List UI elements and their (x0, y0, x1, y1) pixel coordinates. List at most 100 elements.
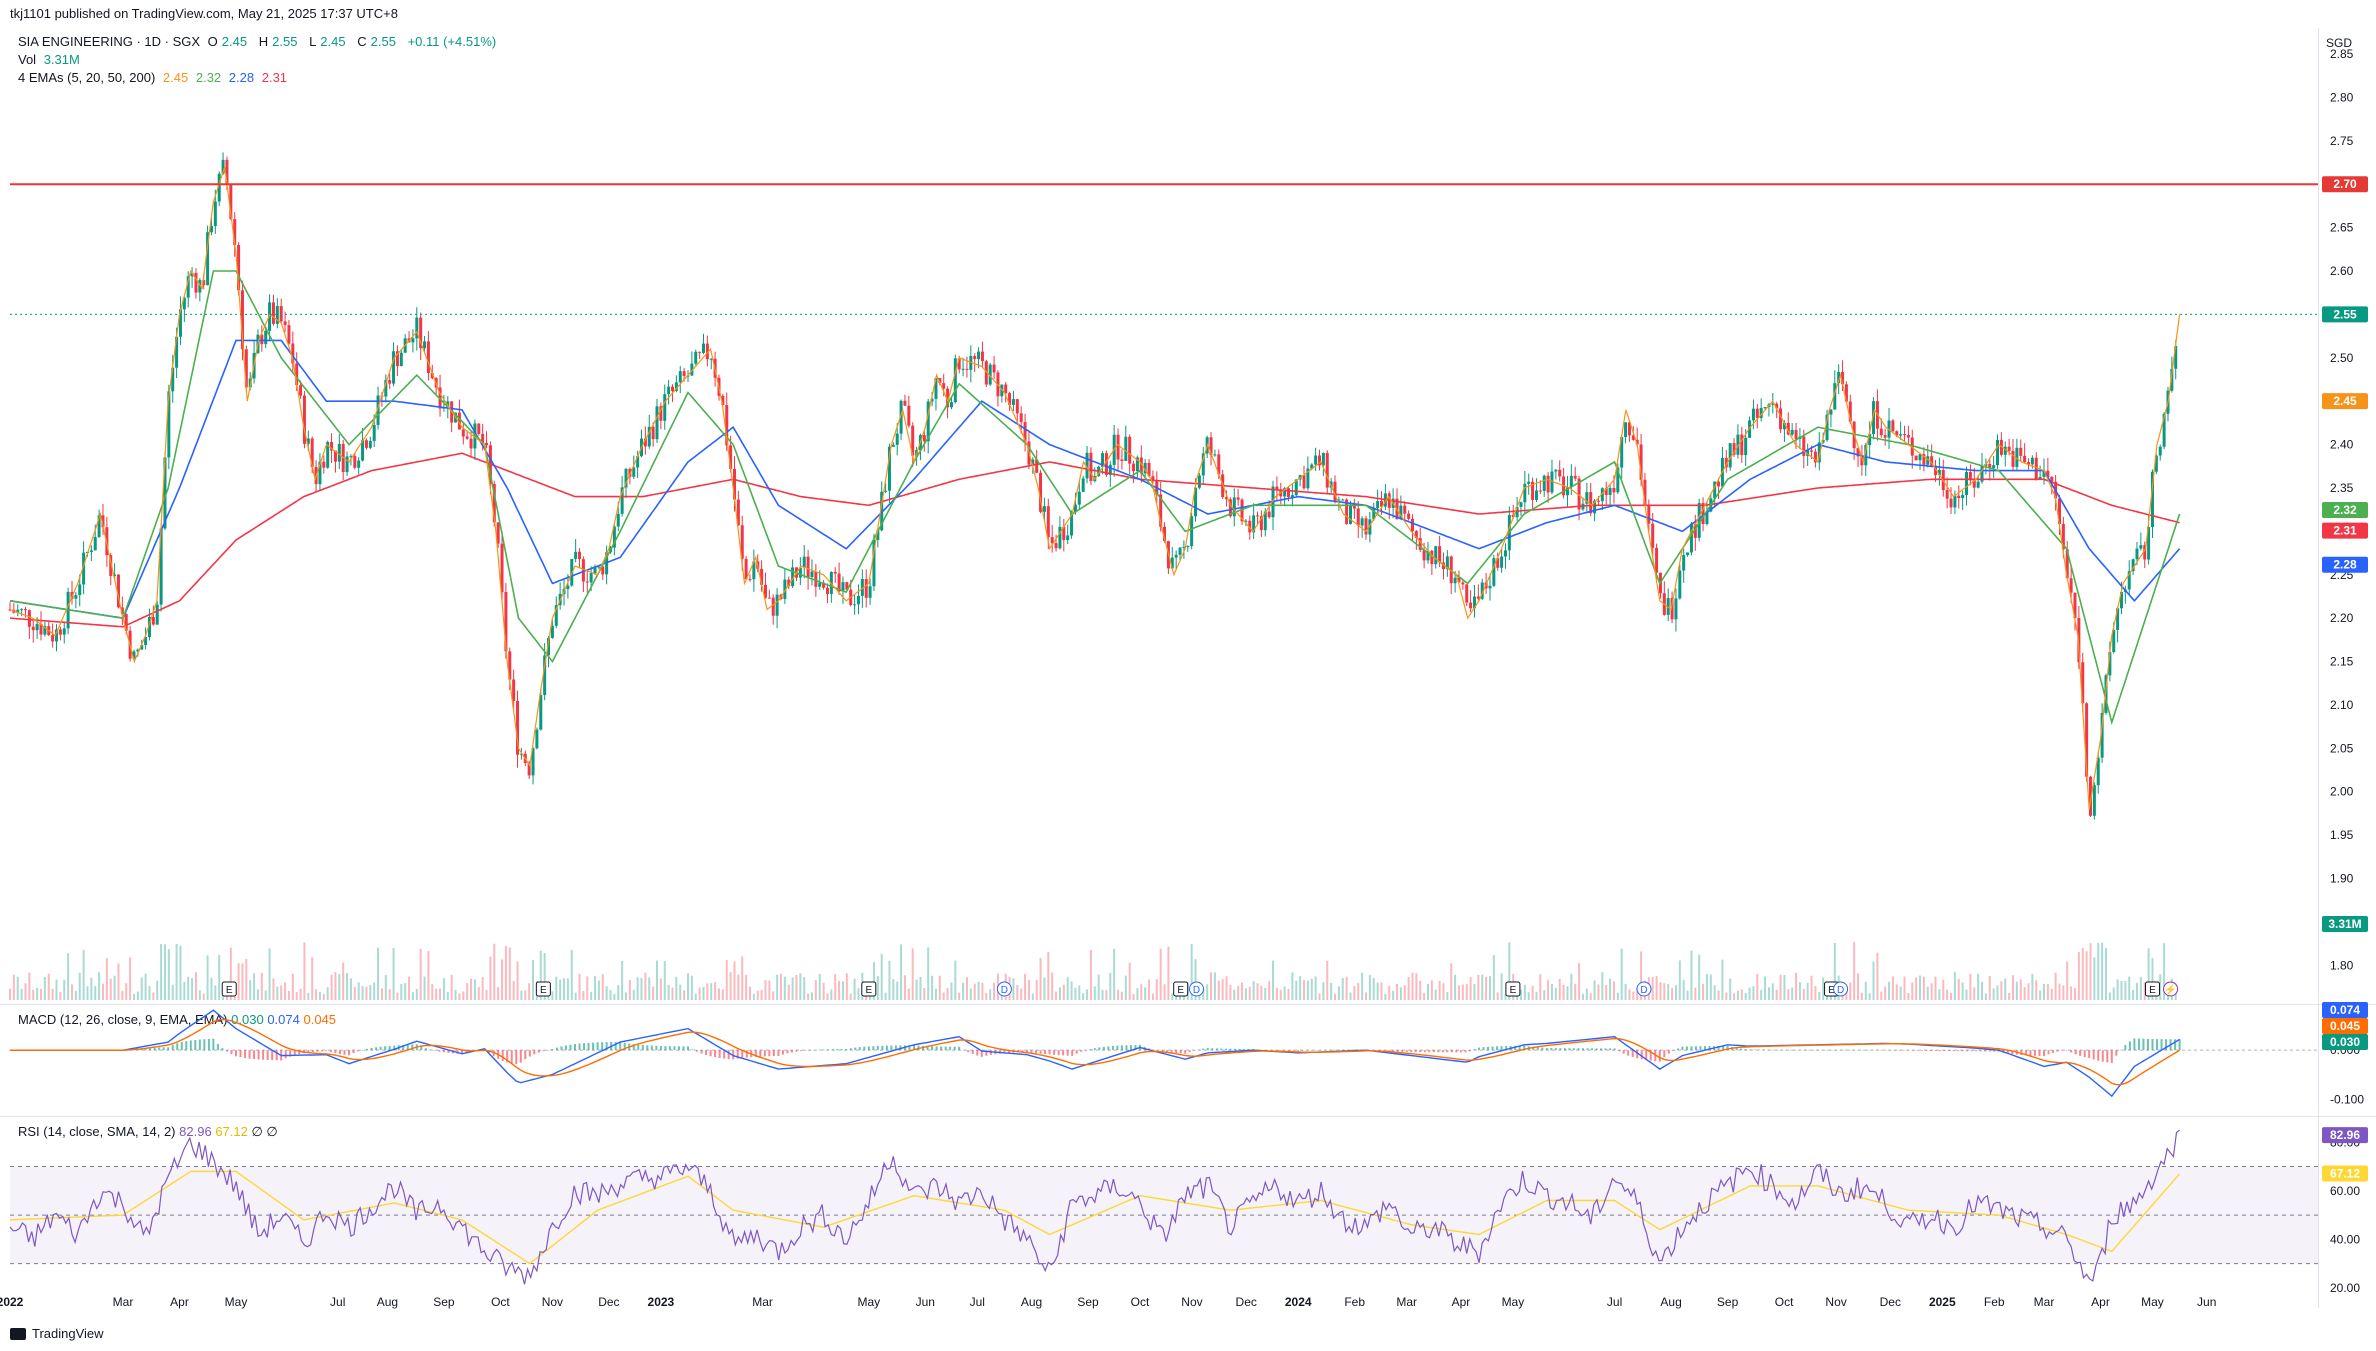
volume-bar (1795, 972, 1798, 1000)
price-axis-label: 2.55 (2333, 307, 2357, 321)
macd-histogram-bar (1324, 1049, 1327, 1051)
macd-histogram-bar (1780, 1049, 1783, 1051)
symbol-name[interactable]: SIA ENGINEERING · 1D · SGX (18, 34, 200, 49)
candle-body (535, 729, 539, 749)
candle-body (581, 559, 585, 582)
candle-body (1186, 546, 1190, 548)
candle-body (2135, 548, 2139, 560)
volume-bar (78, 972, 81, 1000)
volume-bar (2012, 975, 2015, 1000)
volume-bar (16, 976, 19, 1000)
macd-histogram-bar (1428, 1050, 1431, 1053)
pane-separator-rsi[interactable] (0, 1116, 2376, 1117)
volume-bar (1860, 992, 1863, 1000)
macd-histogram-bar (1030, 1050, 1033, 1053)
macd-histogram-bar (899, 1045, 902, 1051)
macd-histogram-bar (1518, 1045, 1521, 1051)
macd-histogram-bar (741, 1050, 744, 1059)
volume-bar (233, 991, 236, 1000)
candle-body (159, 528, 163, 605)
candle-body (97, 515, 101, 537)
ema-legend[interactable]: 4 EMAs (5, 20, 50, 200) 2.45 2.32 2.28 2… (18, 70, 291, 85)
volume-bar (194, 972, 197, 1000)
volume-bar (690, 975, 693, 1000)
macd-histogram-bar (244, 1050, 247, 1058)
macd-histogram-bar (1618, 1050, 1621, 1052)
volume-bar (880, 953, 883, 1000)
volume-bar (1477, 974, 1480, 1000)
macd-histogram-bar (411, 1044, 414, 1051)
macd-histogram-bar (112, 1050, 115, 1051)
macd-histogram-bar (1871, 1049, 1874, 1051)
candle-body (1418, 537, 1422, 550)
volume-bar (1492, 955, 1495, 1000)
candle-body (663, 394, 667, 421)
candle-body (949, 402, 953, 408)
macd-histogram-bar (601, 1042, 604, 1051)
macd-histogram-bar (560, 1046, 563, 1051)
volume-bar (1903, 976, 1906, 1000)
macd-histogram-bar (872, 1046, 875, 1051)
candle-body (1693, 523, 1697, 538)
volume-bar (694, 993, 697, 1000)
macd-histogram-bar (1157, 1050, 1160, 1051)
macd-histogram-bar (777, 1050, 780, 1056)
candle-body (492, 483, 496, 523)
candle-body (775, 594, 779, 616)
dividend-marker-icon (2163, 981, 2179, 997)
vol-value: 3.31M (43, 52, 80, 67)
macd-histogram-bar (1487, 1046, 1490, 1051)
macd-legend[interactable]: MACD (12, 26, close, 9, EMA, EMA) 0.030 … (18, 1012, 336, 1027)
candle-body (543, 655, 547, 696)
macd-histogram-bar (1292, 1050, 1295, 1051)
macd-axis-label: 0.074 (2330, 1003, 2360, 1017)
volume-bar (2108, 992, 2111, 1000)
volume-bar (1376, 982, 1379, 1000)
candle-body (562, 589, 566, 594)
macd-histogram-bar (348, 1050, 350, 1056)
symbol-legend[interactable]: SIA ENGINEERING · 1D · SGX O 2.45 H 2.55 L… (18, 34, 500, 49)
pane-separator-macd[interactable] (0, 1004, 2376, 1005)
candle-body (1054, 543, 1058, 549)
candle-body (1403, 505, 1407, 514)
volume-bar (892, 979, 895, 1000)
macd-histogram-bar (293, 1050, 296, 1056)
candle-body (1000, 384, 1004, 397)
macd-histogram-bar (537, 1050, 540, 1053)
rsi-legend[interactable]: RSI (14, close, SMA, 14, 2) 82.96 67.12 … (18, 1124, 278, 1140)
volume-bar (330, 974, 333, 1000)
volume-bar (2019, 979, 2022, 1000)
currency-label[interactable]: SGD (2326, 36, 2352, 50)
volume-bar (1574, 983, 1577, 1000)
candle-body (2104, 675, 2108, 713)
macd-histogram-bar (1306, 1050, 1309, 1051)
volume-bar (295, 992, 298, 1000)
macd-histogram-bar (76, 1050, 79, 1051)
macd-histogram-bar (1464, 1050, 1467, 1053)
volume-bar (493, 943, 496, 1000)
candle-body (1066, 535, 1070, 541)
volume-bar (2120, 981, 2123, 1000)
macd-histogram-bar (338, 1050, 341, 1055)
candle-body (128, 630, 132, 659)
volume-bar (2077, 951, 2080, 1000)
volume-legend[interactable]: Vol 3.31M (18, 52, 84, 67)
macd-histogram-bar (1514, 1045, 1517, 1051)
candle-body (2061, 523, 2065, 550)
volume-bar (1829, 984, 1832, 1000)
candle-body (942, 383, 946, 389)
macd-histogram-bar (1369, 1050, 1372, 1051)
candle-body (1771, 403, 1775, 405)
time-axis-label: Nov (542, 1295, 563, 1309)
volume-bar (1244, 988, 1247, 1000)
candle-body (2127, 571, 2131, 590)
macd-histogram-bar (2124, 1045, 2127, 1051)
volume-bar (2054, 972, 2057, 1000)
volume-bar (1736, 990, 1739, 1000)
macd-histogram-bar (705, 1050, 708, 1056)
candle-body (1999, 439, 2003, 455)
earnings-marker-icon (861, 981, 877, 997)
macd-histogram-bar (858, 1047, 861, 1051)
volume-bar (427, 951, 430, 1000)
candle-body (1259, 516, 1263, 531)
